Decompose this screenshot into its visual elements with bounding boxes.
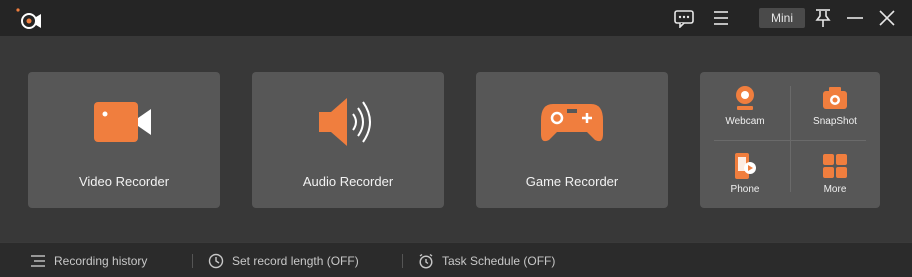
grid-icon	[790, 152, 880, 180]
camera-icon	[790, 84, 880, 112]
app-logo-icon	[14, 5, 42, 31]
divider	[192, 254, 193, 268]
status-bar: Recording history Set record length (OFF…	[0, 242, 912, 277]
phone-button[interactable]: Phone	[700, 140, 790, 208]
list-icon	[31, 255, 45, 267]
clock-icon	[208, 253, 224, 269]
video-recorder-label: Video Recorder	[78, 174, 170, 189]
recording-history-button[interactable]: Recording history	[30, 252, 147, 270]
snapshot-label: SnapShot	[813, 116, 857, 127]
title-bar: Mini	[0, 0, 912, 36]
game-recorder-label: Game Recorder	[525, 174, 619, 189]
video-recorder-card[interactable]: Video Recorder	[28, 72, 220, 208]
set-record-length-button[interactable]: Set record length (OFF)	[208, 252, 359, 270]
task-schedule-button[interactable]: Task Schedule (OFF)	[418, 252, 555, 270]
snapshot-button[interactable]: SnapShot	[790, 72, 880, 140]
audio-recorder-label: Audio Recorder	[302, 174, 394, 189]
more-button[interactable]: More	[790, 140, 880, 208]
mini-mode-button[interactable]: Mini	[759, 8, 805, 28]
speaker-icon	[252, 94, 444, 150]
phone-label: Phone	[730, 184, 760, 195]
divider	[402, 254, 403, 268]
game-recorder-card[interactable]: Game Recorder	[476, 72, 668, 208]
webcam-label: Webcam	[725, 116, 765, 127]
gamepad-icon	[476, 94, 668, 150]
minimize-icon[interactable]	[844, 8, 866, 28]
audio-recorder-card[interactable]: Audio Recorder	[252, 72, 444, 208]
tools-card: Webcam SnapShot Phone More	[700, 72, 880, 208]
task-schedule-label: Task Schedule (OFF)	[442, 254, 556, 268]
close-icon[interactable]	[876, 8, 898, 28]
phone-icon	[700, 152, 790, 180]
alarm-clock-icon	[419, 253, 433, 269]
feedback-icon[interactable]	[673, 8, 695, 29]
video-camera-icon	[28, 94, 220, 150]
menu-icon[interactable]	[710, 8, 732, 28]
pin-icon[interactable]	[812, 8, 834, 28]
main-panel: Video Recorder Audio Recorder Game Recor	[0, 36, 912, 242]
recording-history-label: Recording history	[54, 254, 148, 268]
more-label: More	[823, 184, 847, 195]
set-record-length-label: Set record length (OFF)	[232, 254, 359, 268]
webcam-icon	[700, 84, 790, 112]
webcam-button[interactable]: Webcam	[700, 72, 790, 140]
